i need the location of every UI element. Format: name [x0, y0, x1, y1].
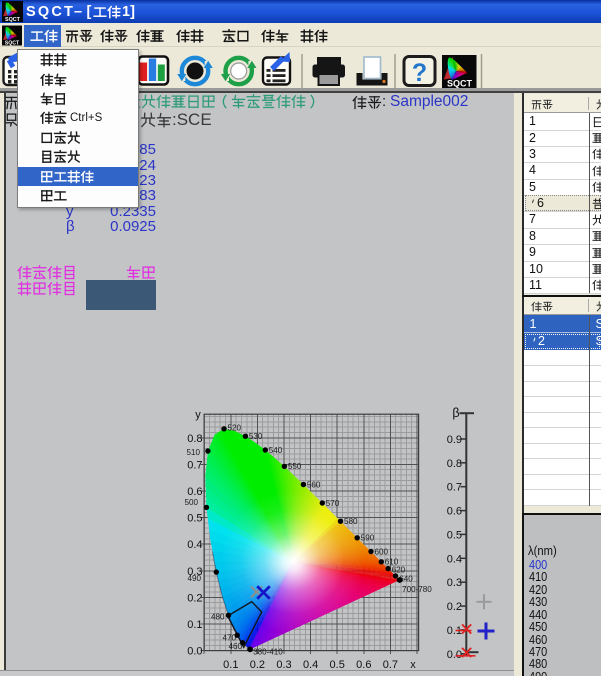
svg-text:0.7: 0.7: [383, 659, 398, 671]
svg-text:700-780: 700-780: [402, 585, 432, 594]
svg-text:0.2: 0.2: [187, 592, 202, 604]
svg-text:0.8: 0.8: [447, 458, 462, 470]
svg-text:0.3: 0.3: [447, 577, 462, 589]
svg-text:0.1: 0.1: [223, 659, 238, 671]
svg-text:380-410: 380-410: [253, 647, 283, 656]
svg-text:0.3: 0.3: [276, 659, 291, 671]
svg-text:0.6: 0.6: [356, 659, 371, 671]
svg-text:0.5: 0.5: [330, 659, 345, 671]
svg-text:0.9: 0.9: [447, 434, 462, 446]
svg-text:590: 590: [361, 534, 375, 543]
svg-text:0.1: 0.1: [187, 619, 202, 631]
svg-text:0.3: 0.3: [187, 566, 202, 578]
svg-text:0.5: 0.5: [187, 513, 202, 525]
svg-text:540: 540: [269, 446, 283, 455]
svg-text:460: 460: [228, 642, 242, 651]
svg-text:0.2: 0.2: [447, 601, 462, 613]
svg-text:500: 500: [184, 498, 198, 507]
svg-text:β: β: [452, 406, 459, 420]
svg-text:0.4: 0.4: [303, 659, 318, 671]
svg-text:0.5: 0.5: [447, 529, 462, 541]
svg-text:0.0: 0.0: [447, 649, 462, 661]
svg-text:600: 600: [375, 547, 389, 556]
svg-text:530: 530: [249, 432, 263, 441]
svg-text:480: 480: [211, 613, 225, 622]
svg-text:x: x: [410, 659, 416, 671]
svg-text:y: y: [195, 409, 201, 421]
svg-text:0.7: 0.7: [447, 482, 462, 494]
svg-text:0.2: 0.2: [250, 659, 265, 671]
svg-text:510: 510: [186, 448, 200, 457]
svg-text:0.0: 0.0: [187, 646, 202, 658]
svg-text:520: 520: [228, 424, 242, 433]
svg-text:0.8: 0.8: [187, 433, 202, 445]
svg-text:0.6: 0.6: [447, 506, 462, 518]
svg-text:570: 570: [326, 499, 340, 508]
svg-text:560: 560: [307, 480, 321, 489]
svg-text:580: 580: [344, 517, 358, 526]
svg-text:550: 550: [288, 462, 302, 471]
svg-text:0.4: 0.4: [447, 553, 462, 565]
svg-text:0.6: 0.6: [187, 486, 202, 498]
svg-text:0.7: 0.7: [187, 459, 202, 471]
svg-text:0.4: 0.4: [187, 539, 202, 551]
svg-text:620: 620: [392, 565, 406, 574]
